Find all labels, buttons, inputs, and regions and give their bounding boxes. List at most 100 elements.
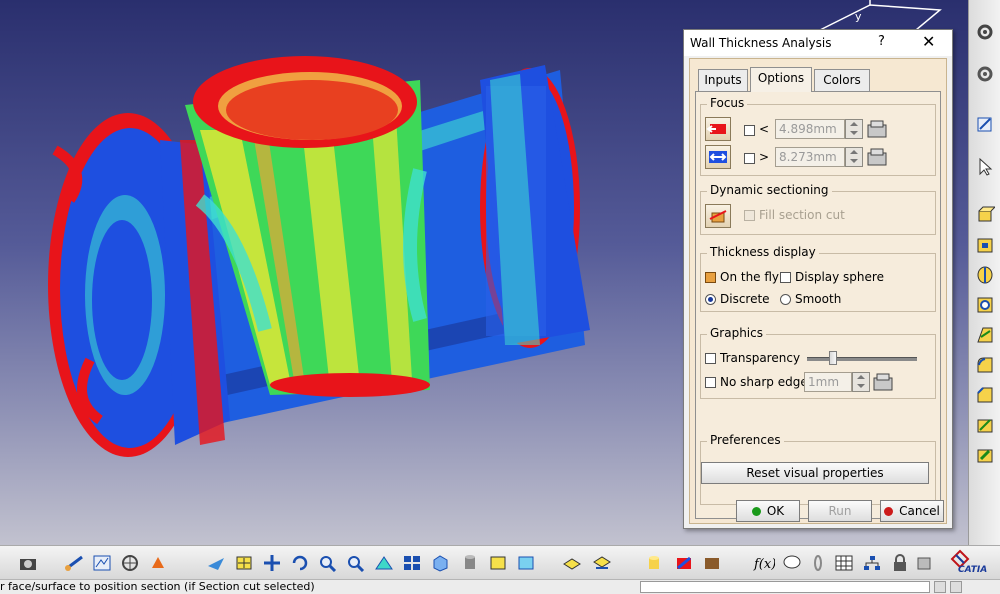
command-input[interactable] bbox=[640, 581, 930, 593]
run-button[interactable]: Run bbox=[808, 500, 872, 522]
fill-section-cut-label: Fill section cut bbox=[759, 208, 845, 222]
preferences-title: Preferences bbox=[707, 433, 784, 447]
pocket-icon[interactable] bbox=[973, 233, 997, 257]
svg-text:f(x): f(x) bbox=[753, 557, 775, 572]
dynamic-sectioning-title: Dynamic sectioning bbox=[707, 183, 832, 197]
reset-visual-properties-button[interactable]: Reset visual properties bbox=[701, 462, 929, 484]
thickness-icon[interactable] bbox=[973, 443, 997, 467]
analysis-icon[interactable] bbox=[672, 551, 696, 575]
focus-less-button[interactable] bbox=[705, 117, 731, 141]
material-icon[interactable] bbox=[486, 551, 510, 575]
focus-greater-button[interactable] bbox=[705, 145, 731, 169]
render-icon[interactable] bbox=[146, 551, 170, 575]
help-button[interactable]: ? bbox=[878, 34, 885, 49]
table-icon[interactable] bbox=[832, 551, 856, 575]
focus-less-options-icon[interactable] bbox=[866, 119, 888, 142]
knowledge-icon[interactable] bbox=[912, 551, 936, 575]
cancel-icon bbox=[884, 507, 894, 516]
cancel-button[interactable]: Cancel bbox=[880, 500, 944, 522]
tree-icon[interactable] bbox=[860, 551, 884, 575]
revolve-icon[interactable] bbox=[973, 263, 997, 287]
dialog-titlebar[interactable]: Wall Thickness Analysis ? ✕ bbox=[684, 30, 952, 56]
graphics-group: Graphics Transparency No sharp edge 1mm bbox=[700, 326, 936, 399]
comment-icon[interactable] bbox=[780, 551, 804, 575]
cube-icon[interactable] bbox=[428, 551, 452, 575]
cylinder-icon[interactable] bbox=[458, 551, 482, 575]
sharp-edge-options-icon[interactable] bbox=[872, 372, 894, 395]
draft-icon[interactable] bbox=[973, 323, 997, 347]
swap-visible-icon[interactable] bbox=[590, 551, 614, 575]
right-toolbar bbox=[968, 0, 1000, 545]
options-panel: Focus < 4.898mm > 8.273mm Dynamic sectio… bbox=[695, 91, 941, 519]
multi-view-icon[interactable] bbox=[400, 551, 424, 575]
zoom-out-icon[interactable] bbox=[344, 551, 368, 575]
transparency-label: Transparency bbox=[720, 351, 801, 365]
chamfer-icon[interactable] bbox=[973, 383, 997, 407]
thickness-display-group: Thickness display On the fly Display sph… bbox=[700, 245, 936, 312]
svg-text:y: y bbox=[855, 10, 862, 23]
transparency-slider-track[interactable] bbox=[807, 357, 917, 361]
gear-icon[interactable] bbox=[973, 62, 997, 86]
measure-icon[interactable] bbox=[62, 551, 86, 575]
hole-icon[interactable] bbox=[973, 293, 997, 317]
discrete-radio[interactable] bbox=[705, 294, 716, 305]
focus-greater-checkbox[interactable] bbox=[744, 153, 755, 164]
focus-greater-stepper[interactable] bbox=[845, 147, 863, 167]
image-icon[interactable] bbox=[514, 551, 538, 575]
link-icon[interactable] bbox=[806, 551, 830, 575]
focus-greater-options-icon[interactable] bbox=[866, 147, 888, 170]
preferences-group: Preferences Reset visual properties bbox=[700, 433, 936, 505]
dynamic-sectioning-group: Dynamic sectioning Fill section cut bbox=[700, 183, 936, 235]
focus-less-stepper[interactable] bbox=[845, 119, 863, 139]
fly-icon[interactable] bbox=[204, 551, 228, 575]
focus-group: Focus < 4.898mm > 8.273mm bbox=[700, 96, 936, 176]
select-arrow-icon[interactable] bbox=[973, 155, 997, 179]
sketch-icon[interactable] bbox=[973, 112, 997, 136]
shell-icon[interactable] bbox=[973, 413, 997, 437]
cylinder-yellow-icon[interactable] bbox=[642, 551, 666, 575]
grid-icon[interactable] bbox=[118, 551, 142, 575]
no-sharp-edge-checkbox[interactable] bbox=[705, 377, 716, 388]
tab-inputs[interactable]: Inputs bbox=[698, 69, 748, 91]
zoom-in-icon[interactable] bbox=[316, 551, 340, 575]
transparency-checkbox[interactable] bbox=[705, 353, 716, 364]
focus-less-field[interactable]: 4.898mm bbox=[775, 119, 845, 139]
no-sharp-edge-label: No sharp edge bbox=[720, 375, 808, 389]
rotate-icon[interactable] bbox=[288, 551, 312, 575]
pan-icon[interactable] bbox=[260, 551, 284, 575]
formula-icon[interactable]: f(x) bbox=[752, 551, 776, 575]
smooth-radio[interactable] bbox=[780, 294, 791, 305]
normal-view-icon[interactable] bbox=[372, 551, 396, 575]
lock-icon[interactable] bbox=[888, 551, 912, 575]
smooth-label: Smooth bbox=[795, 292, 842, 306]
catia-label: CATIA bbox=[958, 565, 988, 575]
layer-icon[interactable] bbox=[560, 551, 584, 575]
section-cut-button[interactable] bbox=[705, 204, 731, 228]
dialog-title: Wall Thickness Analysis bbox=[690, 36, 832, 50]
focus-less-checkbox[interactable] bbox=[744, 125, 755, 136]
status-button-2[interactable] bbox=[950, 581, 962, 593]
focus-greater-field[interactable]: 8.273mm bbox=[775, 147, 845, 167]
status-bar: r face/surface to position section (if S… bbox=[0, 579, 1000, 594]
settings-gear-icon[interactable] bbox=[973, 20, 997, 44]
sharp-edge-field[interactable]: 1mm bbox=[804, 372, 852, 392]
transparency-slider-thumb[interactable] bbox=[829, 351, 837, 365]
fit-all-icon[interactable] bbox=[232, 551, 256, 575]
view-map-icon[interactable] bbox=[90, 551, 114, 575]
dialog-body: Inputs Options Colors Focus < 4.898mm > … bbox=[689, 58, 947, 524]
status-button-1[interactable] bbox=[934, 581, 946, 593]
tab-options[interactable]: Options bbox=[750, 67, 812, 92]
ok-button[interactable]: OK bbox=[736, 500, 800, 522]
pad-icon[interactable] bbox=[973, 203, 997, 227]
fill-section-cut-checkbox[interactable] bbox=[744, 210, 755, 221]
camera-icon[interactable] bbox=[16, 551, 40, 575]
close-icon[interactable]: ✕ bbox=[922, 32, 935, 51]
apply-material-icon[interactable] bbox=[700, 551, 724, 575]
fillet-icon[interactable] bbox=[973, 353, 997, 377]
sharp-edge-stepper[interactable] bbox=[852, 372, 870, 392]
ok-icon bbox=[751, 507, 761, 516]
on-the-fly-checkbox[interactable] bbox=[705, 272, 716, 283]
tab-colors[interactable]: Colors bbox=[814, 69, 870, 91]
display-sphere-checkbox[interactable] bbox=[780, 272, 791, 283]
catia-logo-icon: CATIA bbox=[940, 549, 992, 577]
